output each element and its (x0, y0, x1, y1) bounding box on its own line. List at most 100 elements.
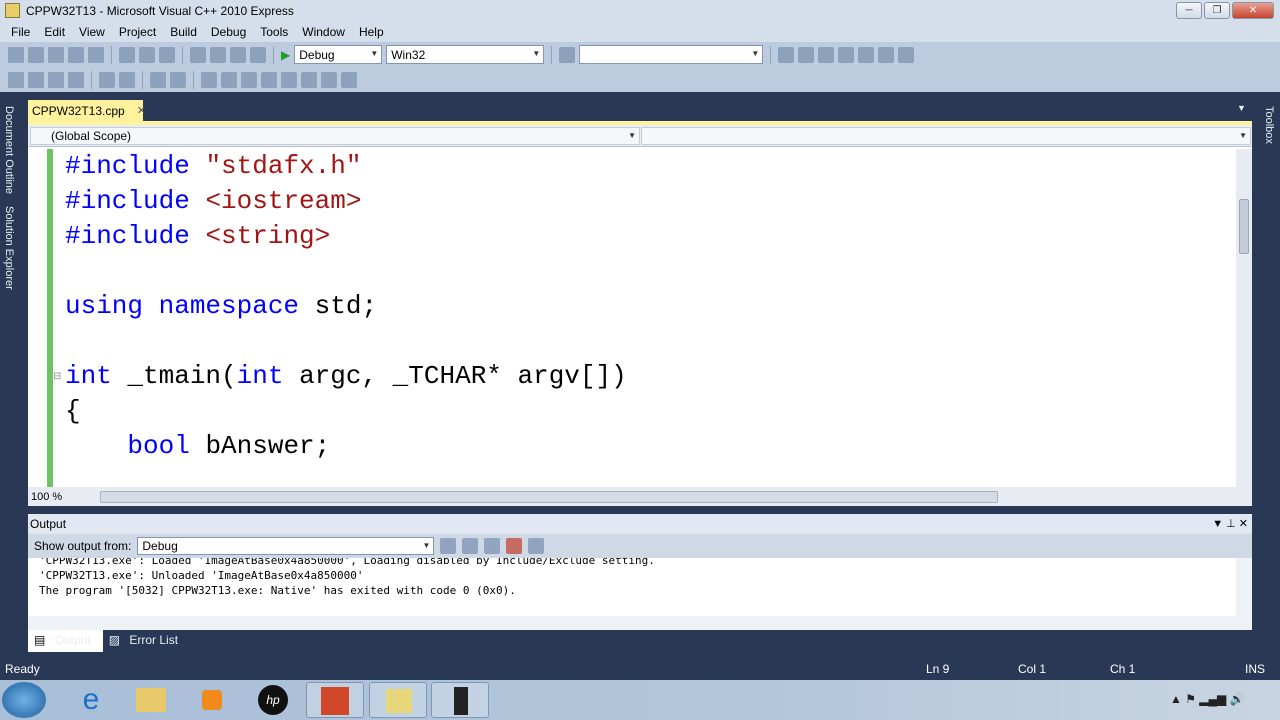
parameter-info-icon[interactable] (28, 71, 44, 88)
toolbox-icon[interactable] (818, 46, 835, 63)
hp-icon[interactable]: hp (244, 682, 302, 718)
configuration-select[interactable]: Debug ▼ (294, 45, 383, 64)
collapse-icon[interactable]: ⊟ (53, 371, 61, 382)
status-char: Ch 1 (1110, 662, 1136, 676)
code-token: int (65, 361, 128, 391)
uncomment-icon[interactable] (170, 71, 186, 88)
tab-toolbox[interactable]: Toolbox (1260, 100, 1278, 150)
member-list-icon[interactable] (8, 71, 24, 88)
menu-debug[interactable]: Debug (204, 25, 253, 39)
outdent-icon[interactable] (99, 71, 115, 88)
code-token: #include (65, 151, 206, 181)
tab-output[interactable]: ▤ Output (28, 630, 103, 652)
copy-icon[interactable] (139, 46, 155, 63)
redo-icon[interactable] (210, 46, 226, 63)
tab-list-dropdown[interactable]: ▼ (1237, 103, 1246, 113)
comment-icon[interactable] (150, 71, 166, 88)
output-source-select[interactable]: Debug ▼ (137, 537, 435, 555)
scope-select[interactable]: (Global Scope) ▼ (30, 127, 640, 145)
clear-bookmarks-icon[interactable] (341, 71, 357, 88)
menu-view[interactable]: View (72, 25, 112, 39)
save-icon[interactable] (68, 46, 84, 63)
minimize-button[interactable]: ─ (1176, 2, 1202, 19)
document-tab[interactable]: CPPW32T13.cpp ✕ (28, 100, 146, 121)
prev-message-icon[interactable] (462, 538, 479, 554)
menu-bar: File Edit View Project Build Debug Tools… (0, 22, 1280, 42)
indent-icon[interactable] (119, 71, 135, 88)
tab-error-list[interactable]: ▨ Error List (103, 630, 190, 652)
output-horizontal-scrollbar[interactable] (28, 616, 1252, 630)
extension-icon[interactable] (878, 46, 895, 63)
prev-bookmark-doc-icon[interactable] (301, 71, 317, 88)
close-button[interactable]: ✕ (1232, 2, 1274, 19)
bookmark-icon[interactable] (201, 71, 217, 88)
code-line: #include "stdafx.h" (65, 149, 361, 184)
new-project-icon[interactable] (8, 46, 24, 63)
prev-bookmark-icon[interactable] (221, 71, 237, 88)
horizontal-scrollbar[interactable] (88, 489, 1252, 504)
goto-line-icon[interactable] (440, 538, 457, 554)
close-tab-icon[interactable]: ✕ (137, 104, 146, 117)
camcorder-icon[interactable] (431, 682, 489, 718)
visual-cpp-icon[interactable] (369, 682, 427, 718)
menu-edit[interactable]: Edit (37, 25, 72, 39)
open-icon[interactable] (48, 46, 64, 63)
powerpoint-icon[interactable] (306, 682, 364, 718)
code-area[interactable]: ⊟ #include "stdafx.h" #include <iostream>… (28, 149, 1236, 487)
media-player-icon[interactable] (182, 682, 240, 718)
status-text: Ready (5, 662, 40, 676)
output-window-controls[interactable]: ▼ ⊥ ✕ (1212, 514, 1248, 534)
menu-build[interactable]: Build (163, 25, 204, 39)
find-combo[interactable]: ▼ (579, 45, 764, 64)
menu-project[interactable]: Project (112, 25, 163, 39)
add-item-icon[interactable] (28, 46, 44, 63)
start-button[interactable] (2, 682, 46, 718)
window-icon[interactable] (898, 46, 915, 63)
vertical-scrollbar[interactable] (1236, 149, 1252, 487)
output-text[interactable]: 'CPPW32T13.exe': Loaded 'ImageAtBase0x4a… (28, 558, 1236, 616)
tab-solution-explorer[interactable]: Solution Explorer (0, 200, 18, 296)
status-column: Col 1 (1018, 662, 1047, 676)
quick-info-icon[interactable] (48, 71, 64, 88)
tab-document-outline[interactable]: Document Outline (0, 100, 18, 200)
undo-icon[interactable] (190, 46, 206, 63)
next-bookmark-folder-icon[interactable] (281, 71, 297, 88)
system-tray-icons[interactable]: ▲ ⚑ ▂▄▆ 🔊 (1170, 692, 1245, 706)
next-bookmark-icon[interactable] (241, 71, 257, 88)
menu-help[interactable]: Help (352, 25, 391, 39)
menu-window[interactable]: Window (295, 25, 352, 39)
menu-tools[interactable]: Tools (253, 25, 295, 39)
save-all-icon[interactable] (88, 46, 104, 63)
next-bookmark-doc-icon[interactable] (321, 71, 337, 88)
navigate-icon[interactable] (230, 46, 246, 63)
properties-icon[interactable] (798, 46, 815, 63)
menu-file[interactable]: File (4, 25, 37, 39)
output-line: 'CPPW32T13.exe': Loaded 'ImageAtBase0x4a… (39, 558, 655, 567)
start-page-icon[interactable] (858, 46, 875, 63)
platform-select[interactable]: Win32 ▼ (386, 45, 545, 64)
code-token: _tmain( (127, 361, 237, 391)
clear-all-icon[interactable] (506, 538, 523, 554)
zoom-level[interactable]: 100 % (28, 491, 88, 503)
word-wrap-icon[interactable] (528, 538, 545, 554)
code-token: using namespace (65, 291, 315, 321)
next-message-icon[interactable] (484, 538, 501, 554)
windows-explorer-icon[interactable] (122, 682, 180, 718)
cut-icon[interactable] (119, 46, 135, 63)
code-token: "stdafx.h" (205, 151, 362, 181)
output-tabs: ▤ Output ▨ Error List (28, 630, 1252, 652)
maximize-button[interactable]: ❐ (1204, 2, 1230, 19)
code-line: #include <iostream> (65, 184, 361, 219)
prev-bookmark-folder-icon[interactable] (261, 71, 277, 88)
internet-explorer-icon[interactable]: e (62, 682, 120, 718)
solution-explorer-icon[interactable] (778, 46, 795, 63)
class-view-icon[interactable] (838, 46, 855, 63)
code-line: using namespace std; (65, 289, 377, 324)
output-vertical-scrollbar[interactable] (1236, 558, 1252, 616)
paste-icon[interactable] (159, 46, 175, 63)
complete-word-icon[interactable] (68, 71, 84, 88)
start-debugging-icon[interactable]: ▶ (281, 48, 290, 62)
output-icon[interactable] (250, 46, 266, 63)
find-icon[interactable] (559, 46, 576, 63)
member-select[interactable]: ▼ (641, 127, 1251, 145)
